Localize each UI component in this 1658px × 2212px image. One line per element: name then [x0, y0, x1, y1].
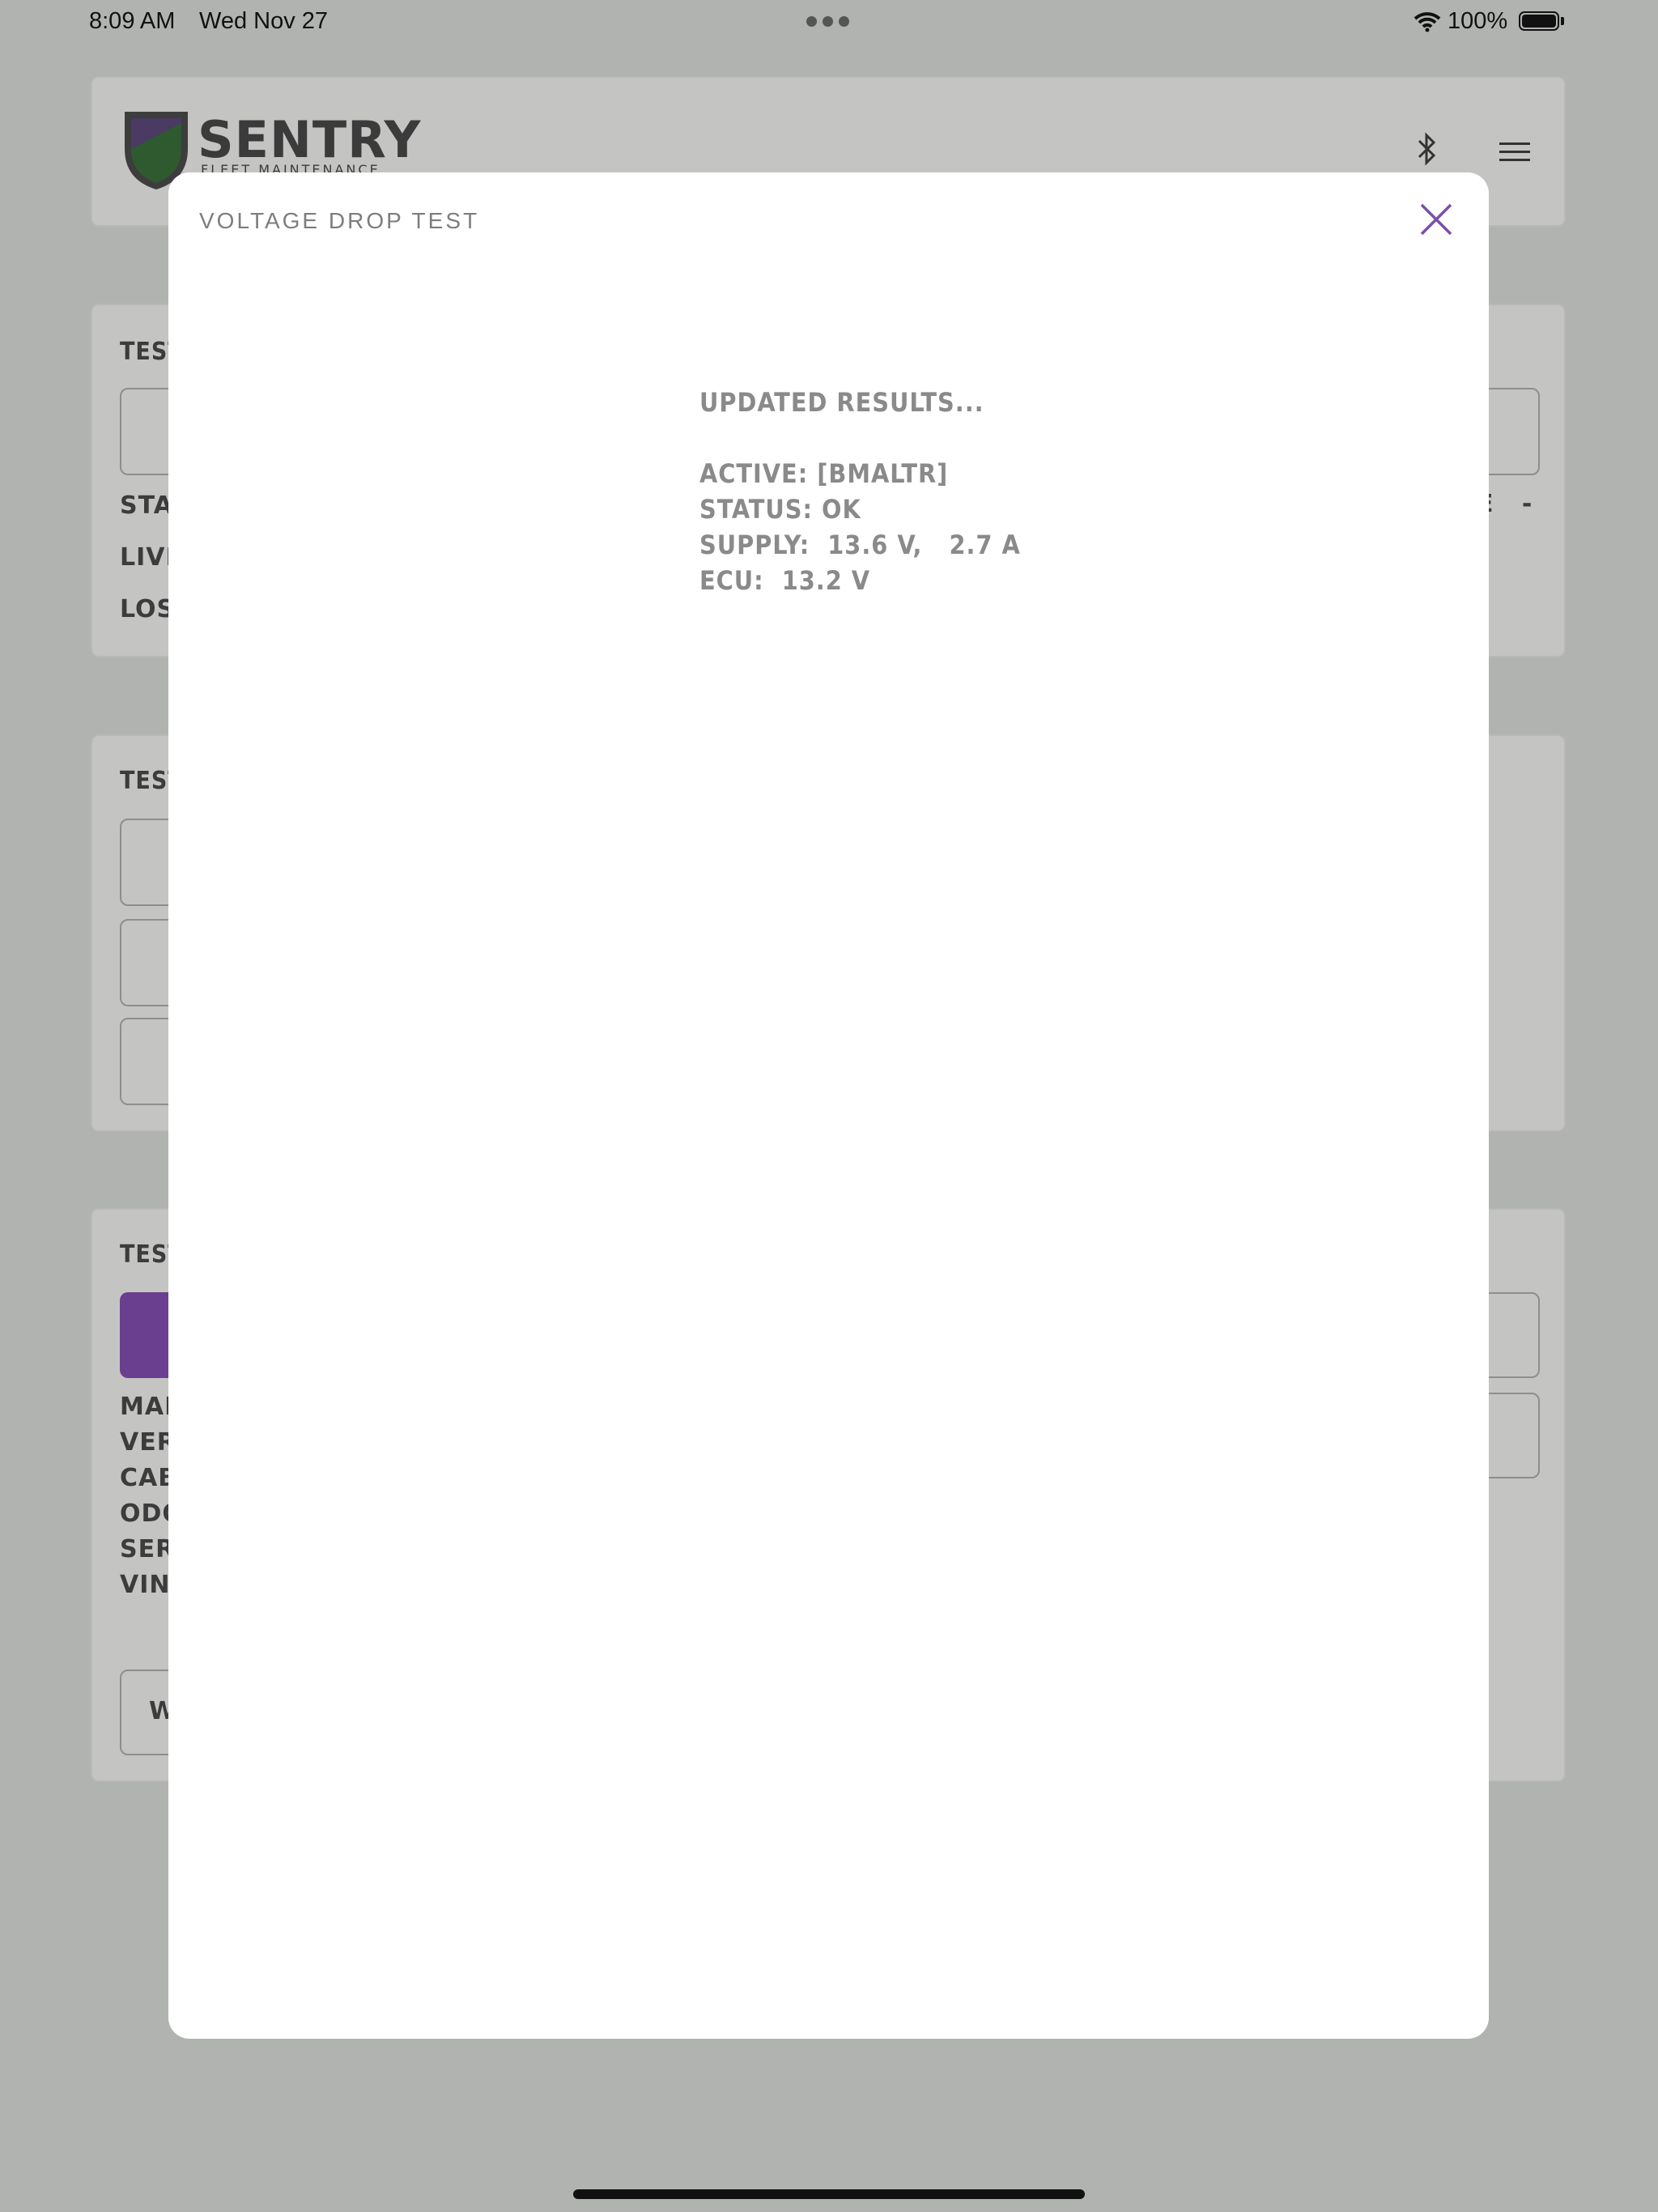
home-indicator[interactable] — [573, 2189, 1085, 2199]
voltage-drop-modal: VOLTAGE DROP TEST UPDATED RESULTS... ACT… — [168, 172, 1489, 2039]
battery-percent: 100% — [1448, 8, 1508, 34]
battery-icon — [1519, 11, 1559, 31]
logo-text: SENTRY — [198, 110, 422, 169]
result-line-supply: SUPPLY: 13.6 V, 2.7 A — [699, 530, 1021, 560]
close-icon[interactable] — [1417, 200, 1456, 239]
wifi-icon — [1414, 12, 1441, 32]
status-date: Wed Nov 27 — [199, 8, 329, 34]
hamburger-menu-icon[interactable] — [1499, 143, 1530, 167]
status-time: 8:09 AM — [89, 8, 176, 34]
bluetooth-icon[interactable] — [1417, 131, 1438, 167]
results-heading: UPDATED RESULTS... — [699, 387, 984, 418]
result-line-status: STATUS: OK — [699, 494, 861, 525]
result-line-active: ACTIVE: [BMALTR] — [699, 458, 949, 489]
status-bar: 8:09 AM Wed Nov 27 100% — [0, 0, 1658, 45]
result-line-ecu: ECU: 13.2 V — [699, 565, 871, 596]
modal-title: VOLTAGE DROP TEST — [199, 208, 480, 233]
results-panel: UPDATED RESULTS... ACTIVE: [BMALTR] STAT… — [699, 385, 1021, 598]
multitasking-dots-icon[interactable] — [806, 16, 850, 28]
battery-cap — [1561, 17, 1564, 25]
